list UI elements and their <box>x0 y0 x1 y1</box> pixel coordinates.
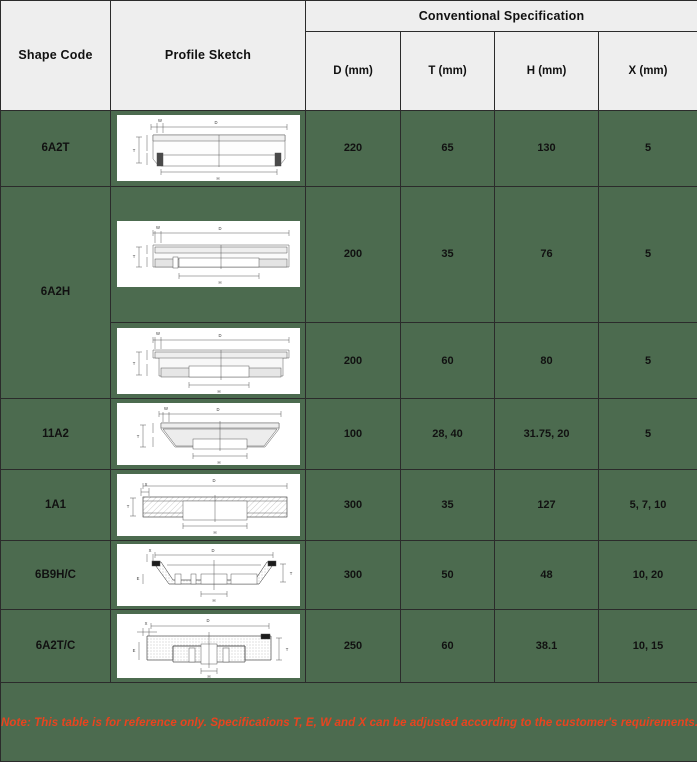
cell-t: 35 <box>400 185 495 324</box>
cell-shape-code: 6A2T/C <box>0 609 111 683</box>
header-t-mm: T (mm) <box>400 30 495 111</box>
cell-profile-sketch: D H W T <box>110 185 306 324</box>
svg-text:X: X <box>148 548 151 553</box>
svg-text:D: D <box>218 333 221 338</box>
svg-text:H: H <box>217 389 220 394</box>
cell-t: 60 <box>400 322 495 399</box>
cell-d: 200 <box>305 322 401 399</box>
svg-text:D: D <box>212 478 215 483</box>
svg-text:W: W <box>164 406 168 411</box>
table-row: 6A2T D H W T 220 65 130 5 <box>0 109 697 187</box>
table-row: 6A2H D H W T 200 35 76 5 <box>0 185 697 400</box>
cell-t: 28, 40 <box>400 398 495 470</box>
svg-text:T: T <box>132 148 135 153</box>
header-h-mm: H (mm) <box>494 30 599 111</box>
header-conventional-specification: Conventional Specification <box>304 0 697 32</box>
cell-d: 220 <box>305 109 401 187</box>
cell-shape-code: 1A1 <box>0 469 111 541</box>
cell-d: 200 <box>305 185 401 324</box>
header-d-mm: D (mm) <box>305 30 401 111</box>
cell-h: 127 <box>494 469 599 541</box>
cell-h: 80 <box>494 322 599 399</box>
cell-x: 5 <box>597 185 697 324</box>
svg-text:W: W <box>156 331 160 336</box>
svg-text:H: H <box>216 176 219 181</box>
svg-text:D: D <box>211 548 214 553</box>
svg-text:D: D <box>216 407 219 412</box>
grinding-wheel-6a2h-flat-profile: D H W T <box>116 221 300 288</box>
grinding-wheel-6a2h-deep-profile: D H W T <box>116 327 300 394</box>
cell-x: 10, 15 <box>597 609 697 683</box>
cell-h: 38.1 <box>494 609 599 683</box>
cell-t: 65 <box>400 109 495 187</box>
cell-profile-sketch: D H X T E <box>110 540 306 610</box>
table-header-row-top: Shape Code Profile Sketch Conventional S… <box>0 0 697 111</box>
svg-text:T: T <box>132 254 135 259</box>
cell-profile-sketch: D H W T <box>110 109 306 187</box>
cell-x: 10, 20 <box>597 540 697 610</box>
svg-text:T: T <box>126 504 129 509</box>
grinding-wheel-1a1-profile: D H X T <box>116 474 300 536</box>
cell-t: 35 <box>400 469 495 541</box>
specification-table: Shape Code Profile Sketch Conventional S… <box>0 0 697 762</box>
cell-t: 60 <box>400 609 495 683</box>
cell-profile-sketch: D H X T E <box>110 609 306 683</box>
cell-d: 300 <box>305 469 401 541</box>
svg-text:D: D <box>218 226 221 231</box>
svg-text:H: H <box>218 280 221 285</box>
cell-x: 5 <box>597 109 697 187</box>
svg-text:X: X <box>144 482 147 487</box>
cell-d: 100 <box>305 398 401 470</box>
cell-x: 5, 7, 10 <box>597 469 697 541</box>
cell-profile-sketch: D H W T <box>110 322 306 399</box>
grinding-wheel-6b9hc-profile: D H X T E <box>116 544 300 606</box>
svg-text:D: D <box>214 120 217 125</box>
cell-shape-code: 6A2H <box>0 185 111 400</box>
cell-profile-sketch: D H X T <box>110 469 306 541</box>
svg-text:H: H <box>213 530 216 535</box>
cell-profile-sketch: D H W T <box>110 398 306 470</box>
cell-shape-code: 6B9H/C <box>0 540 111 610</box>
table-row: 11A2 D H W T 100 28, 40 31.75, 20 5 <box>0 398 697 470</box>
svg-text:W: W <box>158 118 162 123</box>
grinding-wheel-11a2-profile: D H W T <box>116 403 300 465</box>
cell-h: 130 <box>494 109 599 187</box>
cell-t: 50 <box>400 540 495 610</box>
table-row: 6A2T/C D H X T E 250 60 38.1 10, 15 <box>0 609 697 683</box>
cell-h: 31.75, 20 <box>494 398 599 470</box>
cell-h: 48 <box>494 540 599 610</box>
table-row: 6B9H/C D H X T E 300 50 48 10, 20 <box>0 540 697 610</box>
svg-text:W: W <box>156 225 160 230</box>
svg-text:H: H <box>217 460 220 465</box>
cell-d: 250 <box>305 609 401 683</box>
svg-text:H: H <box>207 674 210 678</box>
svg-text:E: E <box>132 648 135 653</box>
cell-x: 5 <box>597 398 697 470</box>
cell-h: 76 <box>494 185 599 324</box>
grinding-wheel-6a2tc-profile: D H X T E <box>116 614 300 678</box>
svg-text:H: H <box>212 598 215 603</box>
svg-text:T: T <box>132 361 135 366</box>
cell-shape-code: 11A2 <box>0 398 111 470</box>
header-shape-code: Shape Code <box>0 0 111 111</box>
grinding-wheel-6a2t-profile: D H W T <box>116 115 300 182</box>
svg-text:E: E <box>136 576 139 581</box>
cell-shape-code: 6A2T <box>0 109 111 187</box>
reference-note-text: Note: This table is for reference only. … <box>1 717 697 729</box>
cell-x: 5 <box>597 322 697 399</box>
svg-text:D: D <box>206 618 209 623</box>
svg-text:T: T <box>136 434 139 439</box>
svg-text:T: T <box>289 571 292 576</box>
table-row: 1A1 D H X T 300 35 127 5, 7, 10 <box>0 469 697 541</box>
note-cell: Note: This table is for reference only. … <box>0 682 697 762</box>
svg-text:T: T <box>285 647 288 652</box>
cell-d: 300 <box>305 540 401 610</box>
table-note-row: Note: This table is for reference only. … <box>0 682 697 762</box>
header-x-mm: X (mm) <box>597 30 697 111</box>
svg-text:X: X <box>144 621 147 626</box>
header-profile-sketch: Profile Sketch <box>110 0 306 111</box>
